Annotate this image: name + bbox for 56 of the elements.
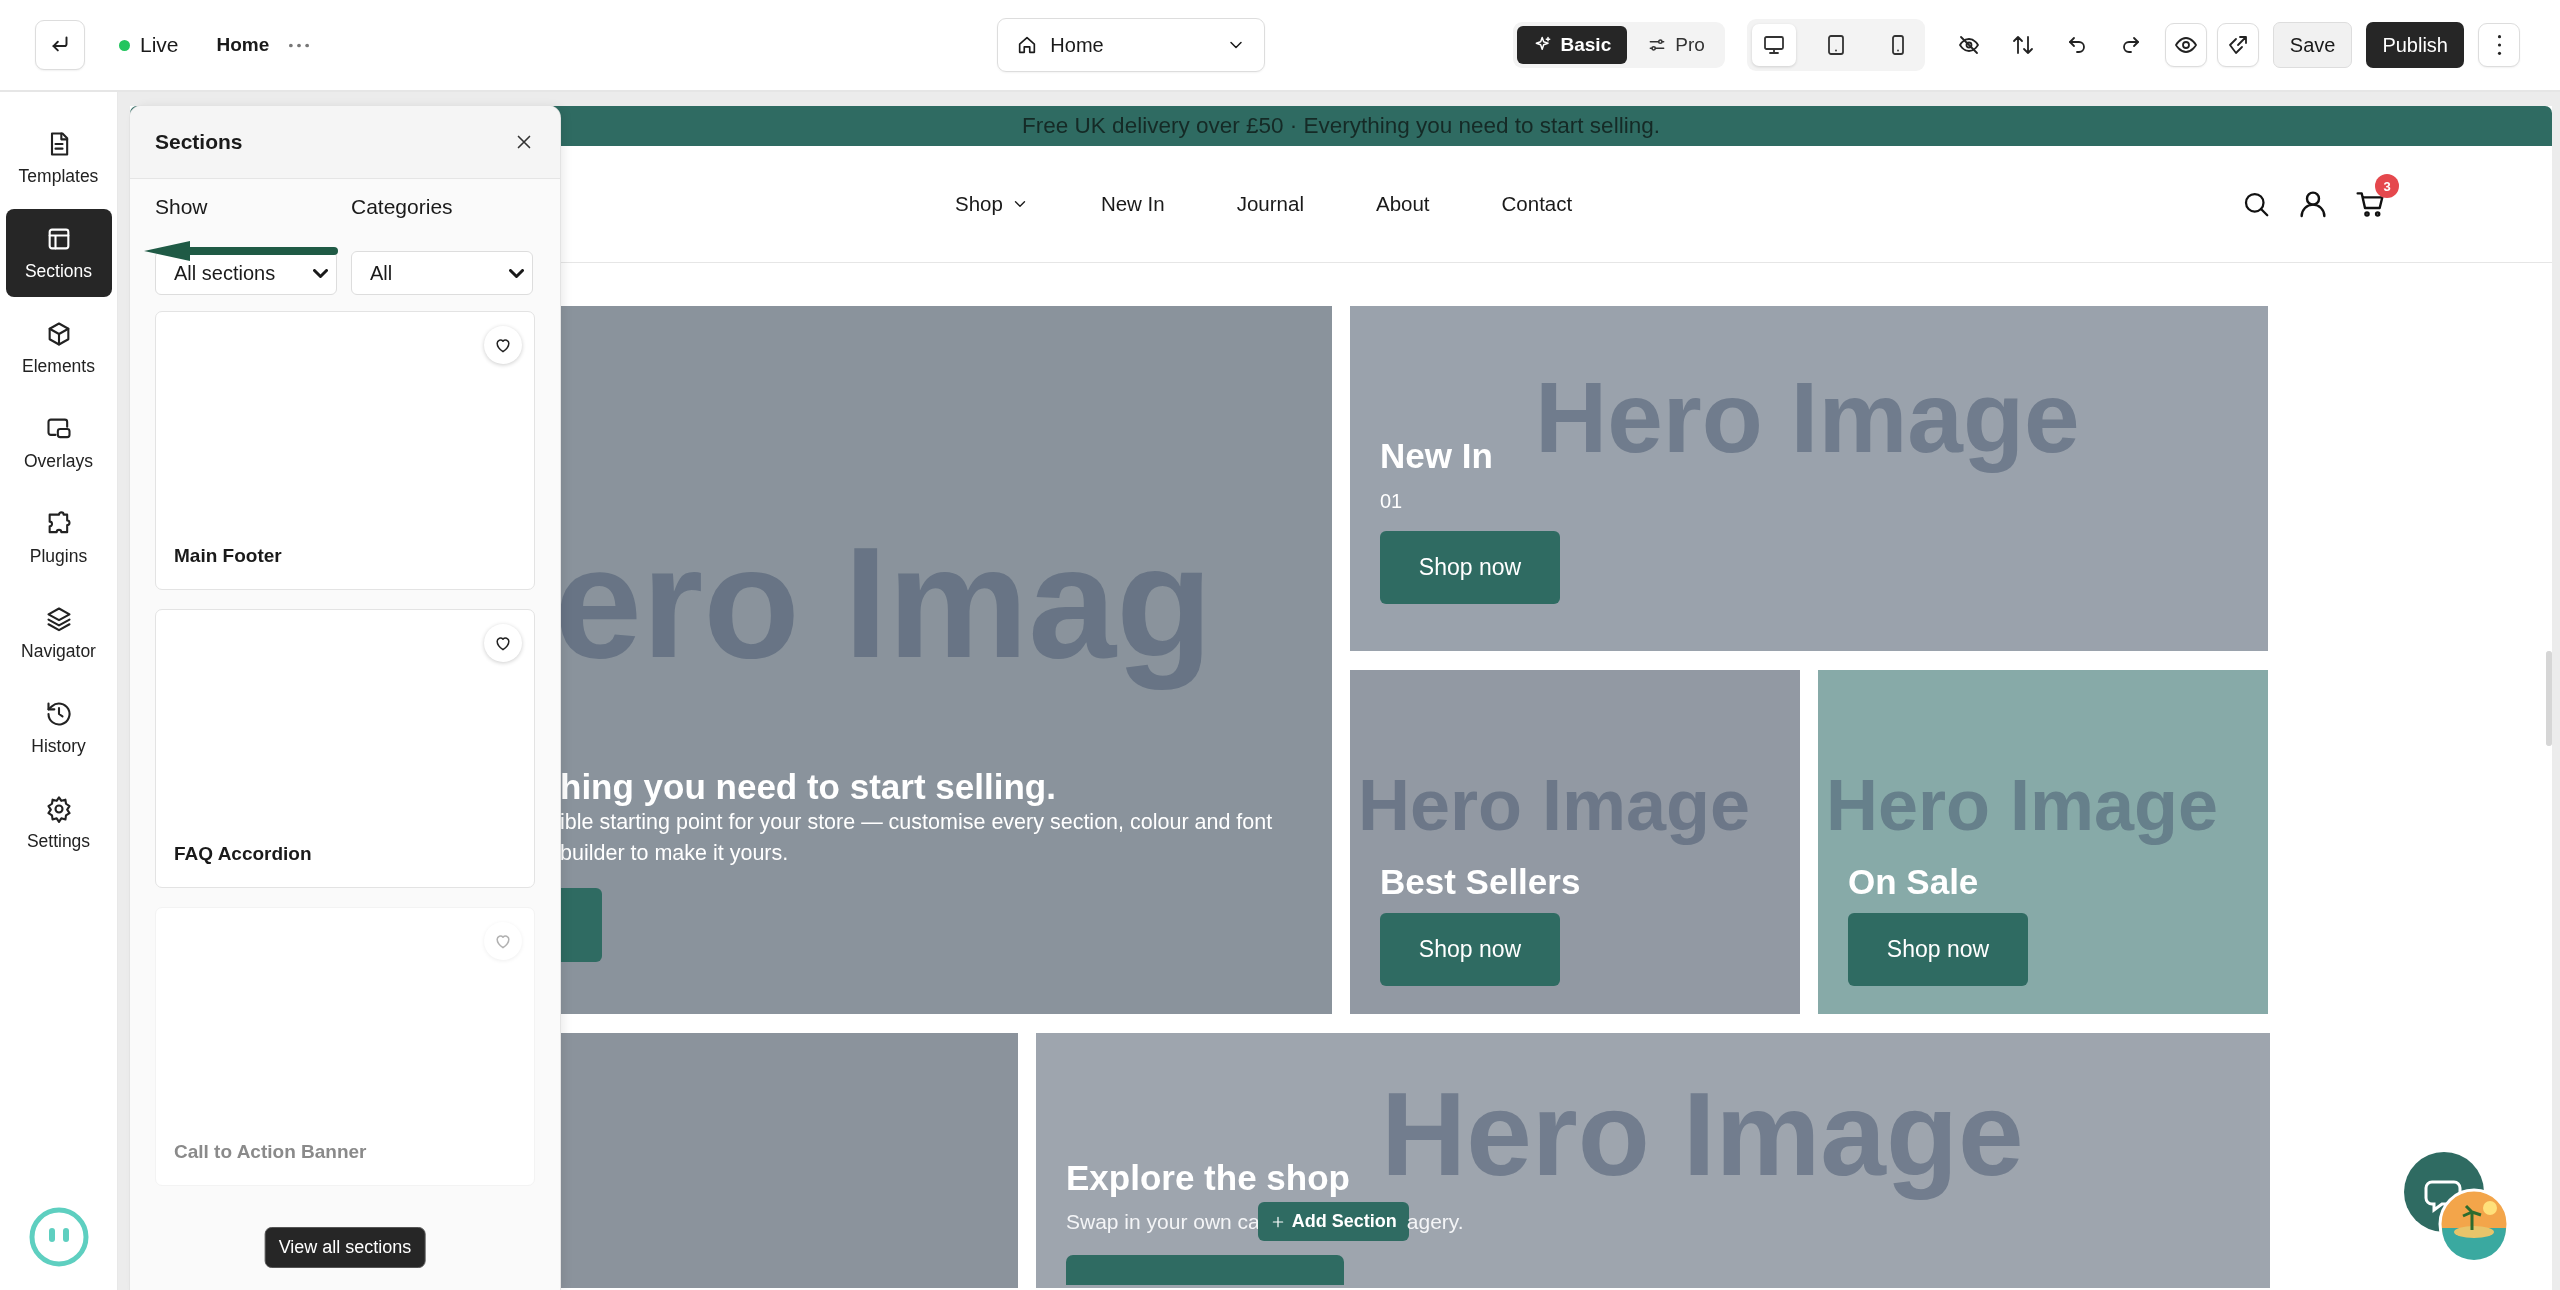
nav-link[interactable]: About: [1375, 192, 1430, 216]
tile-heading: Best Sellers: [1380, 862, 1581, 902]
rail-item[interactable]: Sections: [5, 209, 112, 297]
tile-text: builder to make it yours.: [560, 840, 789, 867]
status-label: Live: [140, 33, 179, 57]
tile-heading: New In: [1380, 436, 1493, 476]
mode-tab[interactable]: Basic: [1516, 26, 1628, 64]
scrollbar[interactable]: [2546, 651, 2552, 746]
favorite-button[interactable]: [484, 326, 522, 364]
desktop-icon: [1761, 33, 1786, 57]
mode-tab[interactable]: Pro: [1631, 26, 1721, 64]
chevron-down-icon: [313, 268, 328, 278]
page-select[interactable]: Home: [997, 18, 1266, 72]
chevron-down-icon: [509, 268, 524, 278]
shop-now-button[interactable]: Shop now: [1848, 913, 2028, 986]
section-card[interactable]: Main Footer: [155, 311, 535, 590]
section-card[interactable]: FAQ Accordion: [155, 609, 535, 888]
page-name: Home: [216, 34, 270, 56]
tile-text: Swap in your own ca: [1066, 1209, 1260, 1234]
shop-now-button[interactable]: Shop now: [1380, 531, 1560, 604]
save-button[interactable]: Save: [2272, 22, 2353, 68]
tile-heading: Explore the shop: [1066, 1158, 1350, 1198]
rail-item[interactable]: Templates: [5, 114, 112, 202]
rail-item[interactable]: History: [5, 684, 112, 772]
rail-item[interactable]: Overlays: [5, 399, 112, 487]
view-all-button[interactable]: View all sections: [264, 1227, 426, 1268]
more-icon[interactable]: [289, 42, 310, 48]
rail-item[interactable]: Navigator: [5, 589, 112, 677]
nav-link[interactable]: Journal: [1236, 192, 1304, 216]
shop-now-button[interactable]: Shop now: [1380, 913, 1560, 986]
nav-link[interactable]: New In: [1100, 192, 1165, 216]
tile-number: 01: [1380, 490, 1403, 513]
back-button[interactable]: [35, 20, 85, 70]
more-vertical-icon: [2496, 35, 2502, 55]
publish-button[interactable]: Publish: [2366, 22, 2464, 68]
avatar[interactable]: [2438, 1188, 2510, 1260]
tile-text: ible starting point for your store — customise every section, colour and font: [560, 809, 1273, 836]
history-icon: [44, 699, 73, 728]
eye-off-icon: [1956, 33, 1981, 57]
tile-heading: On Sale: [1848, 862, 1979, 902]
nav-link[interactable]: Contact: [1501, 192, 1573, 216]
up-down-arrows-icon: [2010, 33, 2035, 57]
rail-item[interactable]: Plugins: [5, 494, 112, 582]
filter-select[interactable]: All sections: [155, 251, 337, 295]
filter-label: Categories: [351, 195, 454, 219]
filter-label: Show: [155, 195, 209, 219]
device-toggle[interactable]: [1751, 24, 1796, 66]
rail-item[interactable]: Elements: [5, 304, 112, 392]
cart-count-badge: 3: [2375, 174, 2399, 198]
tile-heading: hing you need to start selling.: [560, 767, 1056, 807]
rail-item[interactable]: Settings: [5, 779, 112, 867]
open-button[interactable]: [2216, 23, 2259, 67]
preview-button[interactable]: [2164, 23, 2207, 67]
nav-link[interactable]: Shop: [955, 192, 1029, 216]
favorite-button[interactable]: [484, 624, 522, 662]
filter-select[interactable]: All: [351, 251, 533, 295]
